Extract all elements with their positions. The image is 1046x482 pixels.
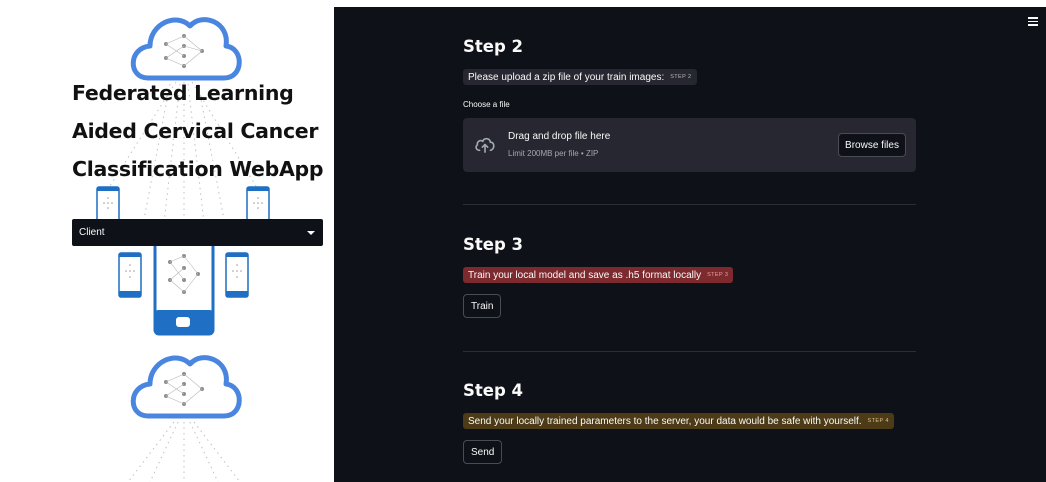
divider xyxy=(463,204,916,205)
phone-icon xyxy=(96,186,120,222)
step2-pill: Please upload a zip file of your train i… xyxy=(463,69,697,85)
step4-pill-tag: STEP 4 xyxy=(867,418,889,424)
phone-icon xyxy=(246,186,270,222)
app-title: Federated Learning Aided Cervical Cancer… xyxy=(72,74,332,188)
phone-icon xyxy=(118,252,142,298)
menu-icon[interactable] xyxy=(1028,17,1038,28)
step3-pill-text: Train your local model and save as .h5 f… xyxy=(468,269,702,281)
cloud-upload-icon xyxy=(475,137,495,153)
train-button[interactable]: Train xyxy=(463,294,502,318)
step4-heading: Step 4 xyxy=(463,381,523,400)
main-panel: Step 2 Please upload a zip file of your … xyxy=(334,7,1046,482)
send-button[interactable]: Send xyxy=(463,440,503,464)
role-select-value: Client xyxy=(79,227,105,238)
divider xyxy=(463,351,916,352)
dropzone-title: Drag and drop file here xyxy=(508,131,611,142)
step2-pill-text: Please upload a zip file of your train i… xyxy=(468,71,665,83)
step2-heading: Step 2 xyxy=(463,37,523,56)
step4-pill: Send your locally trained parameters to … xyxy=(463,413,894,429)
app-title-line: Classification WebApp xyxy=(72,157,324,181)
bottom-cloud-icon xyxy=(130,355,242,419)
uploader-label: Choose a file xyxy=(463,100,510,109)
large-phone-icon xyxy=(153,236,215,336)
role-select[interactable]: Client xyxy=(72,219,323,246)
step3-pill-tag: STEP 3 xyxy=(707,272,729,278)
file-dropzone[interactable]: Drag and drop file here Limit 200MB per … xyxy=(463,118,916,172)
step2-pill-tag: STEP 2 xyxy=(670,74,692,80)
step3-pill: Train your local model and save as .h5 f… xyxy=(463,267,734,283)
dropzone-subtitle: Limit 200MB per file • ZIP xyxy=(508,149,599,158)
app-title-line: Aided Cervical Cancer xyxy=(72,119,319,143)
step4-pill-text: Send your locally trained parameters to … xyxy=(468,415,862,427)
browse-files-button[interactable]: Browse files xyxy=(838,133,906,157)
app-title-line: Federated Learning xyxy=(72,81,294,105)
sidebar: Federated Learning Aided Cervical Cancer… xyxy=(0,0,334,482)
step3-heading: Step 3 xyxy=(463,235,523,254)
chevron-down-icon xyxy=(307,230,315,235)
top-cloud-icon xyxy=(130,17,242,81)
phone-icon xyxy=(225,252,249,298)
